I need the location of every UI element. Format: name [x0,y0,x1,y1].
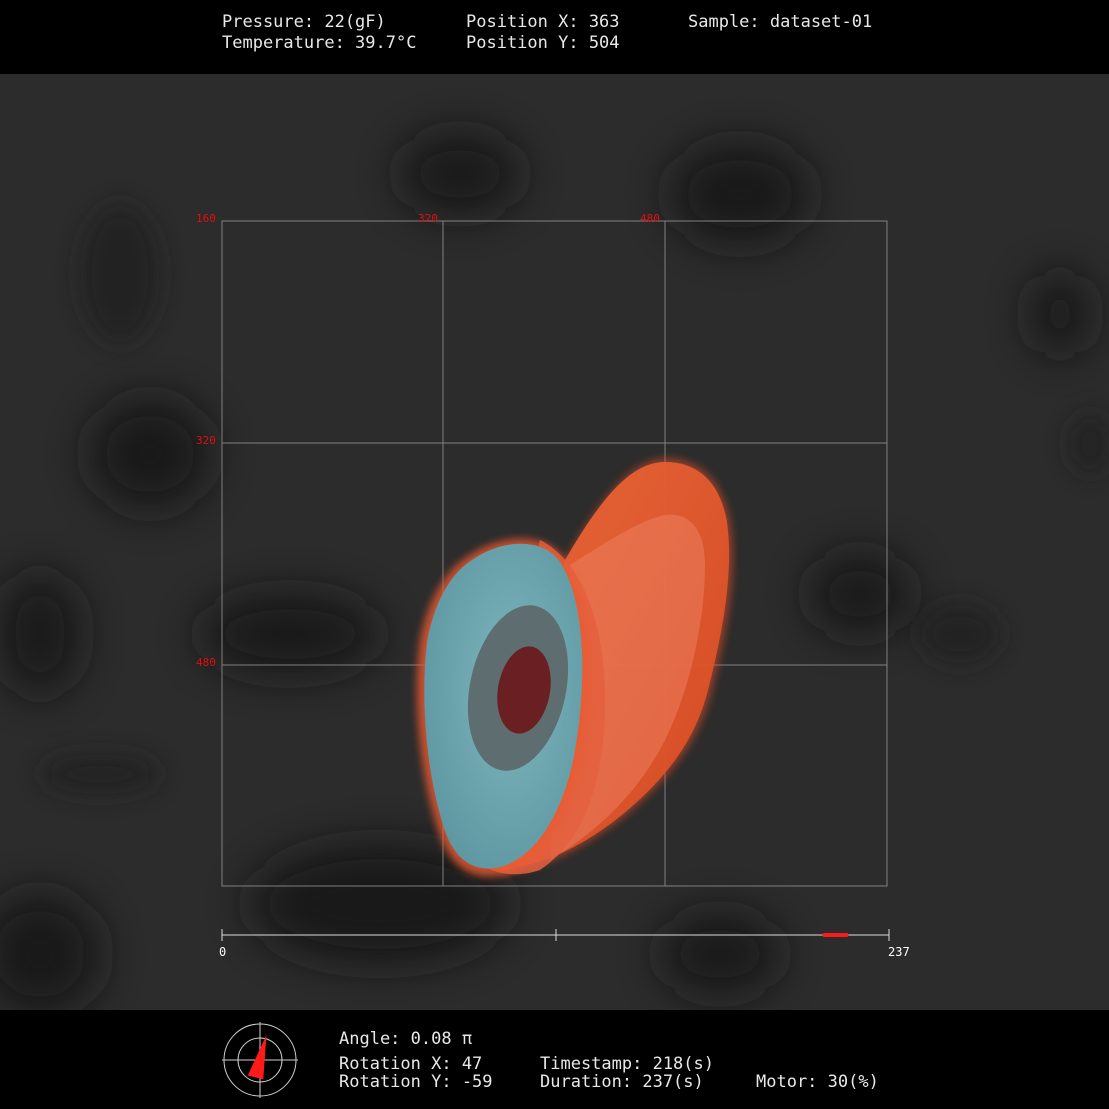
timeline-playhead[interactable] [822,933,849,937]
grid-label-top-480: 480 [640,212,660,225]
specimen-model[interactable] [416,458,733,877]
timeline-end-label: 237 [888,945,910,959]
motor-readout: Motor: 30(%) [756,1072,879,1092]
rotation-x-readout: Rotation X: 47 [339,1054,483,1074]
grid-label-left-320: 320 [196,434,216,447]
timeline-start-label: 0 [219,945,227,959]
timeline-scrubber[interactable] [0,920,1109,950]
bottom-status-bar: Angle: 0.08 π Rotation X: 47 Rotation Y:… [0,1010,1109,1109]
duration-readout: Duration: 237(s) [540,1072,704,1092]
grid-label-top-160: 160 [196,212,216,225]
grid-label-top-320: 320 [418,212,438,225]
angle-readout: Angle: 0.08 π [339,1029,473,1049]
grid-label-left-480: 480 [196,656,216,669]
compass-icon [222,1022,298,1098]
timestamp-readout: Timestamp: 218(s) [540,1054,714,1074]
rotation-y-readout: Rotation Y: -59 [339,1072,493,1092]
